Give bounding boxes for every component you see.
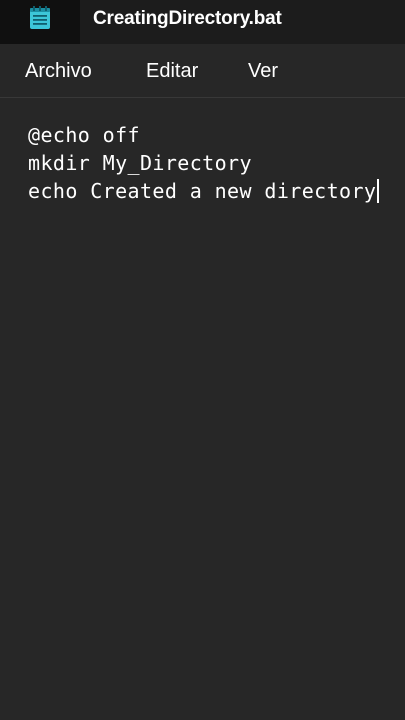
code-line-text: echo Created a new directory	[28, 179, 377, 203]
notepad-icon	[30, 6, 50, 29]
tab-strip: CreatingDirectory.bat	[0, 0, 405, 44]
notepad-window: CreatingDirectory.bat Archivo Editar Ver…	[0, 0, 405, 720]
tab-icon-area	[0, 0, 80, 44]
tab-title: CreatingDirectory.bat	[93, 8, 282, 29]
code-line-with-caret: echo Created a new directory	[28, 178, 380, 205]
code-line: @echo off	[28, 123, 140, 147]
text-editor[interactable]: @echo off mkdir My_Directory echo Create…	[0, 99, 405, 720]
tab-file[interactable]: CreatingDirectory.bat	[0, 0, 405, 44]
menu-archivo[interactable]: Archivo	[25, 60, 92, 83]
code-line: mkdir My_Directory	[28, 151, 252, 175]
menu-ver[interactable]: Ver	[248, 60, 278, 83]
menu-editar[interactable]: Editar	[146, 60, 198, 83]
text-caret	[377, 178, 380, 203]
menu-bar: Archivo Editar Ver	[0, 44, 405, 98]
